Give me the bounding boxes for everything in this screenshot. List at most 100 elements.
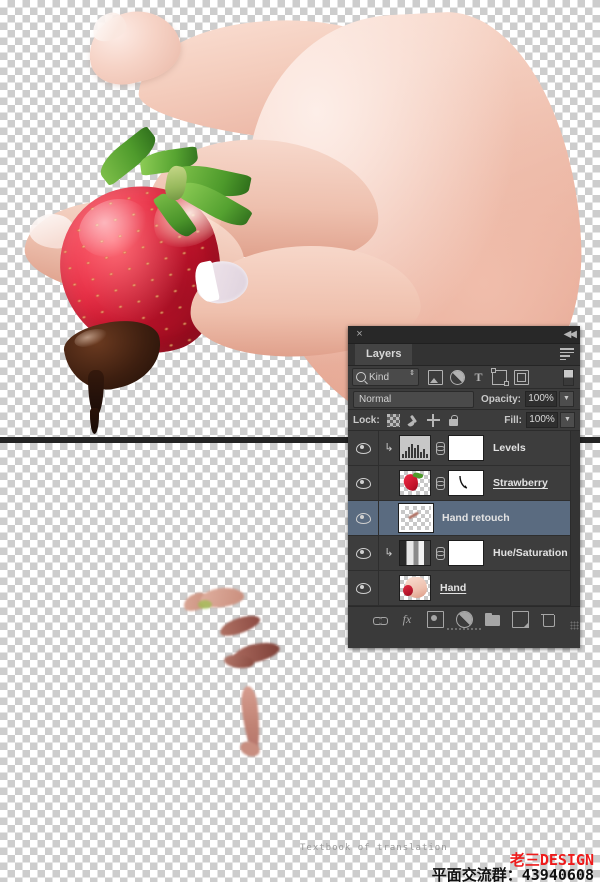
chocolate-drip-tip [90, 408, 99, 434]
lock-image-pixels-icon[interactable] [407, 414, 420, 427]
chocolate-drip [88, 370, 104, 416]
link-layers-button[interactable] [372, 612, 388, 627]
strawberry-shoulder [144, 178, 230, 256]
panel-resize-grip[interactable] [446, 627, 482, 631]
hand-thumb-berry [403, 585, 413, 596]
table-row[interactable]: Hand retouch [348, 501, 580, 536]
strawberry-seeds [41, 167, 243, 375]
link-icon[interactable] [435, 546, 445, 560]
hand-index-finger [80, 1, 188, 93]
clipping-mask-icon: ↳ [384, 441, 394, 454]
layer-name[interactable]: Strawberry [493, 477, 548, 489]
table-row[interactable]: Strawberry [348, 466, 580, 501]
layer-thumbnail[interactable] [399, 470, 431, 496]
retouch-stroke [239, 685, 263, 753]
clipping-mask-icon: ↳ [384, 546, 394, 559]
layer-thumbnail[interactable] [399, 575, 431, 601]
lock-label: Lock: [353, 414, 380, 426]
opacity-input[interactable]: 100% [525, 391, 558, 407]
filter-type-layers-icon[interactable]: T [472, 370, 485, 384]
table-row[interactable]: ↳ Levels [348, 431, 580, 466]
layers-panel-button-bar: fx [348, 607, 580, 631]
retouch-stroke [198, 585, 246, 610]
watermark-caption: Textbook of translation [300, 843, 448, 853]
layer-list[interactable]: ↳ Levels Strawberry Hand retouch ↳ Hue/S… [348, 431, 580, 607]
strawberry-highlight [70, 189, 158, 267]
strawberry-leaf [176, 175, 254, 233]
transparency-checker [401, 506, 431, 530]
histogram-icon [400, 436, 430, 460]
new-adjustment-layer-button[interactable] [455, 610, 473, 628]
link-icon[interactable] [435, 476, 445, 490]
fill-input[interactable]: 100% [526, 412, 558, 428]
opacity-label: Opacity: [481, 393, 522, 405]
table-row[interactable]: ↳ Hue/Saturation [348, 536, 580, 571]
ring-fingernail [27, 210, 79, 252]
lock-all-icon[interactable] [447, 414, 460, 427]
retouch-stroke [230, 638, 282, 668]
chocolate-dip [60, 312, 168, 398]
fill-dropdown-arrow[interactable]: ▼ [560, 412, 575, 428]
filter-shape-layers-icon[interactable] [490, 368, 509, 386]
panel-titlebar: × ◀◀ [348, 326, 580, 344]
layer-filter-row: Kind ⇕ T [348, 366, 580, 389]
layer-style-fx-button[interactable]: fx [400, 612, 415, 627]
layer-list-scrollbar[interactable] [570, 431, 580, 606]
panel-corner-resize-grip[interactable] [570, 621, 579, 630]
layer-mask-thumbnail[interactable] [448, 435, 484, 461]
layer-thumbnail[interactable] [399, 540, 431, 566]
close-icon[interactable]: × [354, 329, 365, 340]
search-icon [356, 372, 366, 382]
layer-thumbnail[interactable] [398, 503, 434, 533]
new-layer-button[interactable] [511, 610, 529, 628]
eye-icon [355, 582, 371, 594]
tab-layers[interactable]: Layers [355, 344, 413, 365]
layer-name[interactable]: Hand [440, 582, 466, 594]
layer-mask-thumbnail[interactable] [448, 540, 484, 566]
filter-pixel-layers-icon[interactable] [428, 369, 443, 385]
layer-name[interactable]: Levels [493, 442, 526, 454]
filter-smart-object-layers-icon[interactable] [514, 369, 529, 385]
delete-layer-button[interactable] [541, 612, 556, 627]
strawberry-body [41, 167, 243, 375]
filter-kind-label: Kind [369, 371, 390, 383]
layer-name[interactable]: Hand retouch [442, 512, 510, 524]
filter-enable-toggle[interactable] [563, 368, 574, 386]
panel-tab-bar: Layers [348, 344, 580, 366]
layer-visibility-toggle[interactable] [348, 536, 379, 570]
chocolate-highlight [72, 325, 110, 351]
layer-visibility-toggle[interactable] [348, 571, 379, 605]
hand-ring-finger [21, 192, 249, 306]
strawberry-leaf [152, 188, 198, 242]
eye-icon [355, 477, 371, 489]
link-icon[interactable] [435, 441, 445, 455]
table-row[interactable]: Hand [348, 571, 580, 606]
filter-adjustment-layers-icon[interactable] [450, 369, 465, 385]
layer-visibility-toggle[interactable] [348, 431, 379, 465]
strawberry-leaf [138, 146, 200, 176]
layer-visibility-toggle[interactable] [348, 466, 379, 500]
retouch-stroke [238, 739, 262, 759]
blend-mode-select[interactable]: Normal [353, 390, 474, 408]
hand-upper-finger [136, 9, 444, 151]
retouch-stroke [217, 611, 263, 640]
layer-thumbnail[interactable] [399, 435, 431, 461]
lock-row: Lock: Fill: 100% ▼ [348, 410, 580, 431]
collapse-panel-icon[interactable]: ◀◀ [564, 328, 577, 341]
hue-saturation-icon [400, 541, 430, 565]
chevron-updown-icon[interactable]: ⇕ [409, 370, 415, 377]
thumb-nail-french-tip [192, 260, 220, 304]
add-layer-mask-button[interactable] [426, 610, 444, 628]
layer-name[interactable]: Hue/Saturation [493, 547, 568, 559]
eye-icon [355, 547, 371, 559]
vector-mask-thumbnail[interactable] [448, 470, 484, 496]
panel-menu-icon[interactable] [560, 348, 574, 360]
lock-transparent-pixels-icon[interactable] [386, 413, 400, 427]
opacity-dropdown-arrow[interactable]: ▼ [559, 391, 575, 407]
lock-position-icon[interactable] [426, 413, 440, 427]
eye-icon [355, 512, 371, 524]
filter-kind-select[interactable]: Kind ⇕ [352, 368, 419, 386]
layers-panel[interactable]: × ◀◀ Layers Kind ⇕ T Normal Opacity: 100… [348, 326, 580, 648]
layer-visibility-toggle[interactable] [348, 501, 379, 535]
new-group-button[interactable] [484, 612, 500, 626]
